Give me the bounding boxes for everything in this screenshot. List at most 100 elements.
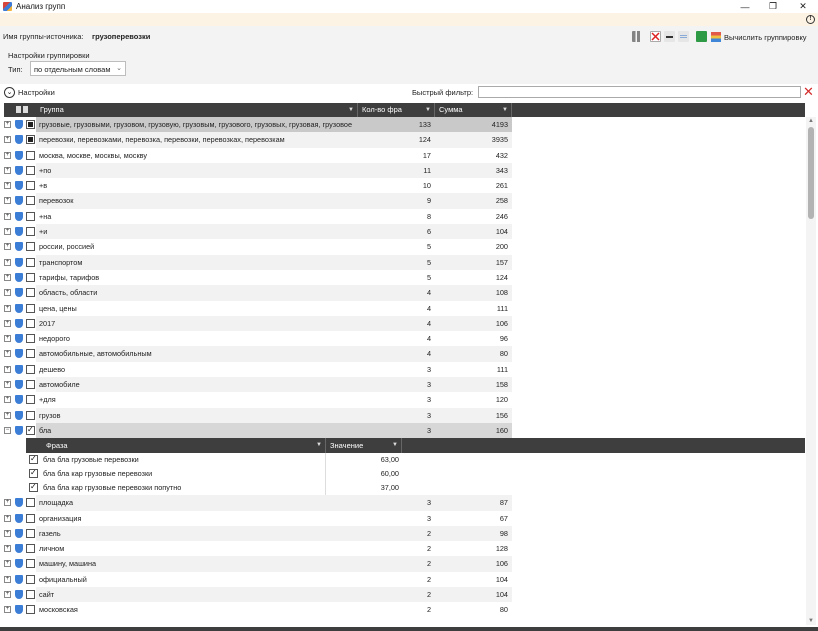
table-row[interactable]: + личном 2 128 [4, 541, 805, 556]
row-checkbox[interactable] [26, 498, 35, 508]
table-row[interactable]: + +на 8 246 [4, 209, 805, 224]
expand-icon[interactable]: + [4, 197, 11, 205]
expand-icon[interactable]: + [4, 381, 11, 389]
table-row[interactable]: + автомобильные, автомобильным 4 80 [4, 346, 805, 362]
row-checkbox[interactable] [26, 181, 35, 191]
row-checkbox[interactable] [26, 380, 35, 390]
table-row[interactable]: + автомобиле 3 158 [4, 377, 805, 393]
expand-icon[interactable]: + [4, 529, 11, 537]
detail-column-value[interactable]: Значение ▼ [326, 438, 402, 454]
expand-icon[interactable]: + [4, 212, 11, 220]
list-icon[interactable] [678, 31, 689, 42]
row-checkbox[interactable] [26, 257, 35, 267]
vertical-scrollbar[interactable]: ▲ ▼ [806, 117, 816, 625]
row-checkbox[interactable] [26, 196, 35, 206]
filter-icon[interactable]: ▼ [348, 103, 354, 117]
header-selector-icons[interactable] [16, 106, 30, 114]
filter-icon[interactable]: ▼ [316, 438, 322, 453]
filter-icon[interactable]: ▼ [392, 438, 398, 453]
column-header-group[interactable]: Группа ▼ [36, 103, 358, 117]
maximize-button[interactable]: ❐ [759, 0, 787, 13]
expand-icon[interactable]: + [4, 319, 11, 327]
expand-icon[interactable]: + [4, 151, 11, 159]
expand-icon[interactable]: + [4, 396, 11, 404]
detail-row[interactable]: бла бла кар грузовые перевозки попутно 37… [26, 481, 805, 496]
row-checkbox[interactable] [26, 272, 35, 282]
tree-view-icon[interactable] [632, 31, 643, 42]
detail-row[interactable]: бла бла кар грузовые перевозки 60,00 [26, 467, 805, 482]
settings-toggle[interactable]: ⌄ Настройки [4, 87, 55, 98]
expand-icon[interactable]: + [4, 121, 11, 128]
row-checkbox[interactable] [26, 135, 35, 145]
detail-checkbox[interactable] [29, 468, 38, 479]
table-row[interactable]: + грузов 3 156 [4, 407, 805, 423]
expand-icon[interactable]: + [4, 136, 11, 144]
detail-row[interactable]: бла бла грузовые перевозки 63,00 [26, 453, 805, 468]
row-checkbox[interactable] [26, 211, 35, 221]
row-checkbox[interactable] [26, 334, 35, 344]
row-checkbox[interactable] [26, 528, 35, 538]
expand-icon[interactable]: + [4, 591, 11, 599]
expand-icon[interactable]: + [4, 545, 11, 553]
expand-icon[interactable]: + [4, 575, 11, 583]
table-row[interactable]: + дешево 3 111 [4, 362, 805, 377]
detail-column-phrase[interactable]: Фраза ▼ [42, 438, 326, 454]
column-header-sum[interactable]: Сумма ▼ [435, 103, 512, 117]
row-checkbox[interactable] [26, 364, 35, 374]
minimize-button[interactable]: — [731, 0, 759, 13]
detail-checkbox[interactable] [29, 454, 38, 465]
expand-icon[interactable]: + [4, 273, 11, 281]
table-row[interactable]: + площадка 3 87 [4, 495, 805, 511]
table-row[interactable]: + перевозки, перевозками, перевозка, пере… [4, 132, 805, 148]
row-checkbox[interactable] [26, 318, 35, 328]
expand-icon[interactable]: + [4, 350, 11, 358]
detail-checkbox[interactable] [29, 482, 38, 493]
table-row[interactable]: + +для 3 120 [4, 392, 805, 407]
quick-filter-input[interactable] [478, 86, 801, 98]
row-checkbox[interactable] [26, 410, 35, 420]
table-row[interactable]: − бла3160 [4, 422, 805, 439]
table-row[interactable]: + газель 2 98 [4, 525, 805, 542]
expand-icon[interactable]: + [4, 560, 11, 568]
table-row[interactable]: + перевозок 9 258 [4, 193, 805, 209]
filter-icon[interactable]: ▼ [502, 103, 508, 117]
calculate-grouping-button[interactable]: Вычислить группировку [711, 32, 807, 42]
expand-icon[interactable]: + [4, 166, 11, 174]
row-checkbox[interactable] [26, 120, 35, 129]
expand-icon[interactable]: + [4, 289, 11, 297]
scroll-down-icon[interactable]: ▼ [808, 618, 814, 624]
row-checkbox[interactable] [26, 395, 35, 405]
row-checkbox[interactable] [26, 242, 35, 252]
expand-icon[interactable]: + [4, 514, 11, 522]
excel-export-icon[interactable] [696, 31, 707, 42]
remove-icon[interactable] [664, 31, 675, 42]
table-row[interactable]: + россии, россией 5 200 [4, 239, 805, 254]
table-row[interactable]: + область, области 4 108 [4, 285, 805, 301]
expand-icon[interactable]: + [4, 228, 11, 236]
row-checkbox[interactable] [26, 165, 35, 175]
row-checkbox[interactable] [26, 425, 35, 435]
table-row[interactable]: +2017 4 106 [4, 315, 805, 332]
scroll-up-icon[interactable]: ▲ [808, 118, 814, 124]
sort-filter-icon[interactable]: ▼ [425, 103, 431, 117]
column-header-count[interactable]: Кол-во фра ▼ [358, 103, 435, 117]
row-checkbox[interactable] [26, 150, 35, 160]
row-checkbox[interactable] [26, 349, 35, 359]
table-row[interactable]: + цена, цены 4 111 [4, 301, 805, 316]
row-checkbox[interactable] [26, 288, 35, 298]
table-row[interactable]: + машину, машина 2 106 [4, 556, 805, 572]
scroll-thumb[interactable] [808, 127, 814, 219]
row-checkbox[interactable] [26, 513, 35, 523]
table-row[interactable]: + +и 6 104 [4, 224, 805, 240]
expand-icon[interactable]: + [4, 258, 11, 266]
expand-icon[interactable]: + [4, 335, 11, 343]
table-row[interactable]: + транспортом 5 157 [4, 254, 805, 270]
row-checkbox[interactable] [26, 590, 35, 600]
table-row[interactable]: + москва, москве, москвы, москву 17 432 [4, 148, 805, 163]
table-row[interactable]: + +по 11 343 [4, 162, 805, 179]
table-row[interactable]: + сайт 2 104 [4, 587, 805, 603]
table-row[interactable]: + грузовые, грузовыми, грузовом, грузовую… [4, 117, 805, 133]
clear-filter-icon[interactable]: ✕ [803, 85, 814, 99]
expand-icon[interactable]: + [4, 365, 11, 373]
delete-columns-icon[interactable] [650, 31, 661, 42]
